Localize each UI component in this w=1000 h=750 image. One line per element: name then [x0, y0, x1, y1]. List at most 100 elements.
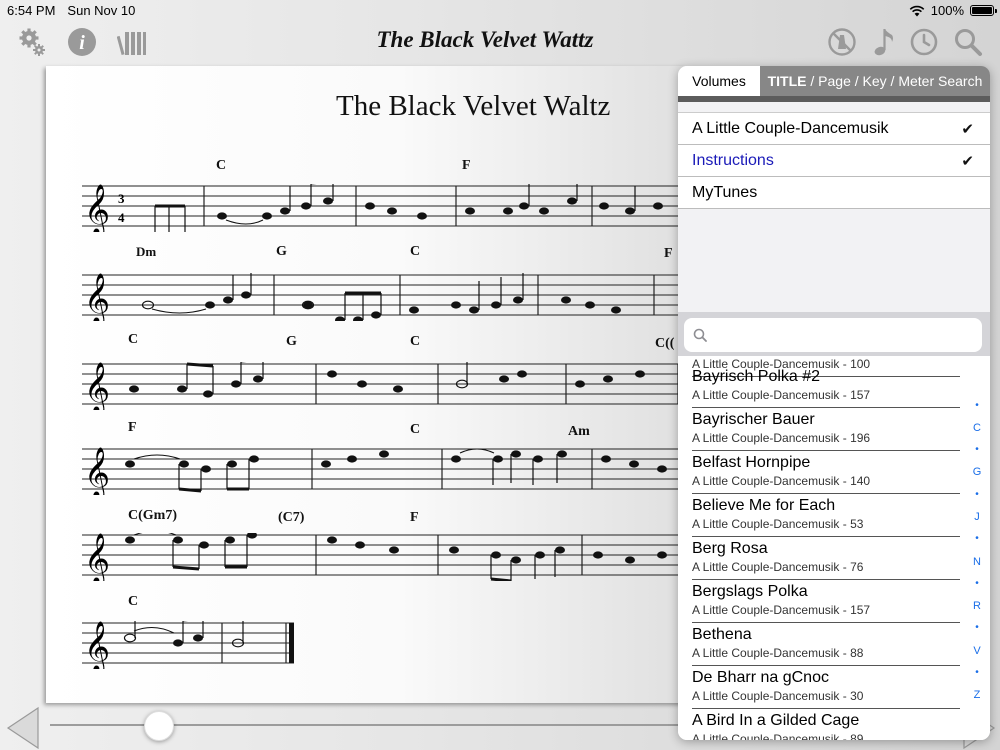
chord-label: C: [128, 594, 139, 609]
index-dot[interactable]: •: [970, 444, 984, 455]
search-bar: [678, 312, 990, 356]
search-popover: Volumes TITLE / Page / Key / Meter Searc…: [678, 66, 990, 740]
sheet-title: The Black Velvet Waltz: [336, 90, 611, 122]
list-item[interactable]: Bayrisch Polka #2 A Little Couple-Dancem…: [678, 365, 968, 408]
tune-title: Believe Me for Each: [692, 497, 836, 514]
checkmark-icon: ✔: [961, 121, 974, 138]
svg-text:3: 3: [118, 191, 125, 206]
mode-segmented-control: Volumes TITLE / Page / Key / Meter Searc…: [678, 66, 990, 102]
section-index[interactable]: • C • G • J • N • R • V • Z: [970, 400, 984, 701]
staff-line: 𝄞: [82, 362, 686, 410]
chord-label: Am: [568, 424, 590, 439]
index-dot[interactable]: •: [970, 533, 984, 544]
staff-line: 𝄞: [82, 273, 686, 321]
tab-search[interactable]: TITLE / Page / Key / Meter Search: [760, 66, 990, 96]
volume-label: A Little Couple-Dancemusik: [692, 119, 889, 137]
tune-subtitle: A Little Couple-Dancemusik - 196: [692, 431, 871, 445]
chord-label: F: [410, 510, 419, 525]
tune-title: A Bird In a Gilded Cage: [692, 712, 860, 729]
sheet-music-page[interactable]: The Black Velvet Waltz C F 𝄞 3 4 Dm G C …: [46, 66, 686, 703]
tune-subtitle: A Little Couple-Dancemusik - 30: [692, 689, 864, 703]
svg-text:𝄞: 𝄞: [84, 362, 110, 410]
index-letter[interactable]: Z: [970, 689, 984, 701]
svg-text:𝄞: 𝄞: [84, 184, 110, 232]
wifi-icon: [909, 5, 925, 16]
index-letter[interactable]: R: [970, 600, 984, 612]
tune-subtitle: A Little Couple-Dancemusik - 140: [692, 474, 871, 488]
tab-volumes[interactable]: Volumes: [678, 66, 760, 96]
note-icon[interactable]: [866, 24, 902, 60]
index-letter[interactable]: N: [970, 556, 984, 568]
index-letter[interactable]: J: [970, 511, 984, 523]
staff-line: 𝄞 3 4: [82, 184, 686, 232]
staff-line: 𝄞: [82, 533, 686, 581]
index-dot[interactable]: •: [970, 578, 984, 589]
tune-title: De Bharr na gCnoc: [692, 669, 829, 686]
volume-item[interactable]: MyTunes: [678, 177, 990, 209]
list-item[interactable]: Bayrischer Bauer A Little Couple-Dancemu…: [678, 408, 968, 451]
index-letter[interactable]: C: [970, 422, 984, 434]
svg-text:4: 4: [118, 210, 125, 225]
svg-text:𝄞: 𝄞: [84, 533, 110, 581]
battery-icon: [970, 5, 997, 16]
chord-label: C: [410, 422, 421, 437]
svg-text:𝄞: 𝄞: [84, 273, 110, 321]
volume-label: MyTunes: [692, 183, 758, 201]
page-slider-thumb[interactable]: [143, 711, 174, 741]
volume-label: Instructions: [692, 151, 774, 169]
list-item[interactable]: Believe Me for Each A Little Couple-Danc…: [678, 494, 968, 537]
previous-page-button[interactable]: [4, 706, 44, 750]
index-dot[interactable]: •: [970, 667, 984, 678]
list-item[interactable]: Bergslags Polka A Little Couple-Dancemus…: [678, 580, 968, 623]
status-date: Sun Nov 10: [67, 3, 136, 18]
chord-label: F: [462, 158, 471, 173]
list-item[interactable]: Belfast Hornpipe A Little Couple-Dancemu…: [678, 451, 968, 494]
list-item[interactable]: A Bird In a Gilded Cage A Little Couple-…: [678, 709, 968, 740]
chord-label: (C7): [278, 510, 305, 525]
tune-subtitle: A Little Couple-Dancemusik - 76: [692, 560, 864, 574]
tune-title: Bayrischer Bauer: [692, 411, 815, 428]
no-metronome-icon[interactable]: [824, 24, 860, 60]
search-icon: [693, 328, 707, 342]
index-dot[interactable]: •: [970, 489, 984, 500]
clock-icon[interactable]: [906, 24, 942, 60]
svg-text:𝄞: 𝄞: [84, 447, 110, 495]
chord-label: G: [276, 244, 287, 259]
library-icon[interactable]: [114, 24, 150, 60]
tab-search-bold-label: TITLE: [767, 73, 807, 89]
volume-list: A Little Couple-Dancemusik ✔ Instruction…: [678, 112, 990, 209]
search-input[interactable]: [684, 318, 982, 352]
tune-title: Belfast Hornpipe: [692, 454, 811, 471]
toolbar: i The Black Velvet Wattz: [0, 22, 1000, 62]
search-icon[interactable]: [950, 24, 986, 60]
info-icon[interactable]: i: [64, 24, 100, 60]
tune-title: Bethena: [692, 626, 752, 643]
volume-item[interactable]: Instructions ✔: [678, 145, 990, 177]
chord-label: C: [216, 158, 227, 173]
volume-item[interactable]: A Little Couple-Dancemusik ✔: [678, 113, 990, 145]
index-dot[interactable]: •: [970, 400, 984, 411]
index-dot[interactable]: •: [970, 622, 984, 633]
tune-subtitle: A Little Couple-Dancemusik - 157: [692, 388, 871, 402]
chord-label: Dm: [136, 244, 157, 259]
svg-text:i: i: [79, 32, 85, 54]
list-item[interactable]: De Bharr na gCnoc A Little Couple-Dancem…: [678, 666, 968, 709]
tune-subtitle: A Little Couple-Dancemusik - 88: [692, 646, 864, 660]
tune-subtitle: A Little Couple-Dancemusik - 53: [692, 517, 864, 531]
index-letter[interactable]: V: [970, 645, 984, 657]
tune-title: Bergslags Polka: [692, 583, 808, 600]
chord-label: C: [410, 334, 421, 349]
list-item[interactable]: Bethena A Little Couple-Dancemusik - 88: [678, 623, 968, 666]
checkmark-icon: ✔: [961, 153, 974, 170]
gear-icon[interactable]: [14, 24, 50, 60]
tune-subtitle: A Little Couple-Dancemusik - 157: [692, 603, 871, 617]
staff-line: 𝄞: [82, 447, 686, 495]
list-item[interactable]: Berg Rosa A Little Couple-Dancemusik - 7…: [678, 537, 968, 580]
tune-title: Berg Rosa: [692, 540, 768, 557]
chord-label: G: [286, 334, 297, 349]
tune-list[interactable]: A Little Couple-Dancemusik - 100 Bayrisc…: [678, 356, 990, 740]
chord-label: C((: [655, 336, 675, 351]
app-title: The Black Velvet Wattz: [376, 27, 594, 52]
chord-label: C: [128, 332, 139, 347]
index-letter[interactable]: G: [970, 466, 984, 478]
